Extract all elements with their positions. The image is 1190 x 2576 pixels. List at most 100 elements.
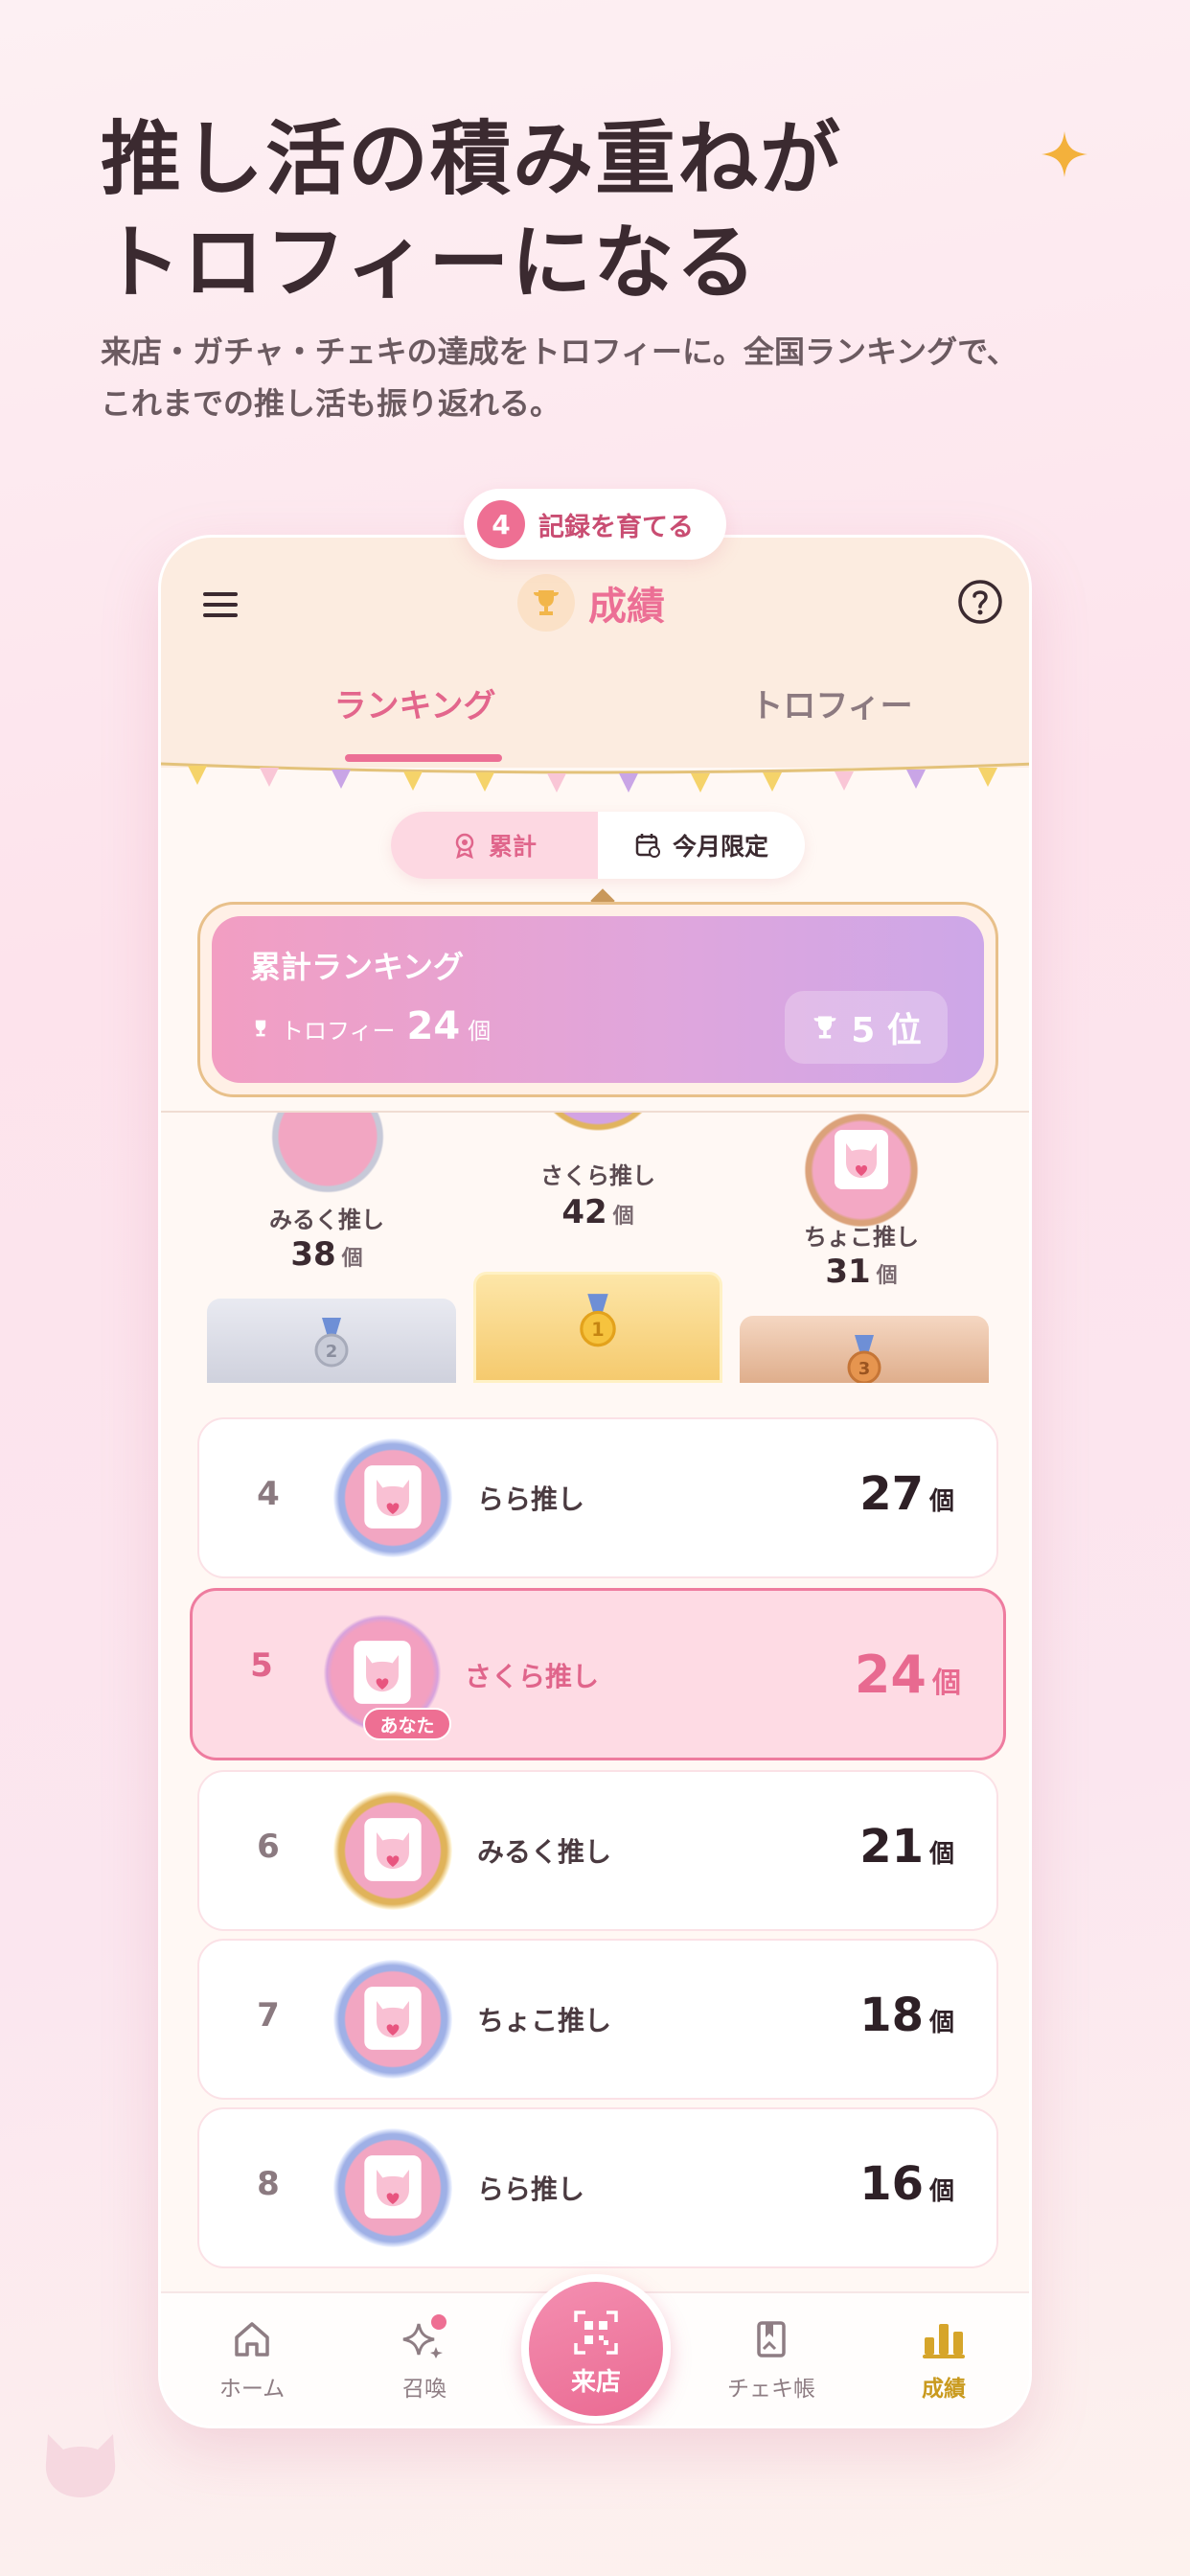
trophy-icon (517, 574, 575, 632)
podium-name-1: さくら推し (540, 1162, 655, 1189)
rank-count-unit: 個 (928, 2009, 954, 2037)
menu-icon[interactable] (199, 584, 241, 626)
notification-dot (431, 2314, 446, 2330)
podium-avatar-3[interactable] (796, 1113, 927, 1235)
rank-count-unit: 個 (928, 1840, 954, 1869)
bunting-decoration (161, 762, 1029, 793)
rank-count-value: 24 (854, 1644, 927, 1705)
avatar (333, 2128, 452, 2247)
gold-medal-icon: 1 (580, 1294, 616, 1347)
segment-cumulative-label: 累計 (488, 833, 537, 861)
rank-count-value: 21 (859, 1820, 924, 1874)
trophy-icon (813, 1016, 836, 1039)
podium-count-unit-1: 個 (612, 1205, 634, 1229)
rank-number: 5 (250, 1646, 273, 1685)
rank-number: 7 (257, 1996, 280, 2035)
svg-text:2: 2 (326, 1342, 338, 1362)
rank-name: らら推し (477, 1484, 585, 1515)
rank-count: 27 個 (859, 1467, 954, 1521)
summary-trophy-count: トロフィー 24 個 (250, 1004, 491, 1048)
nav-cheki[interactable]: チェキ帳 (699, 2318, 843, 2403)
rank-count-unit: 個 (932, 1667, 961, 1700)
trophy-icon (255, 1020, 266, 1037)
ranking-row-5-current-user[interactable]: 5 あなた さくら推し 24 個 (190, 1588, 1006, 1760)
avatar (333, 1438, 452, 1557)
tab-ranking[interactable]: ランキング (300, 679, 530, 726)
sparkle-icon (1041, 131, 1087, 177)
rank-count-value: 27 (859, 1467, 924, 1521)
summary-rank-badge: 5 位 (785, 991, 948, 1064)
step-badge: 4 記録を育てる (464, 489, 726, 560)
podium-count-unit-3: 個 (876, 1264, 898, 1288)
page-title-text: 成績 (588, 585, 665, 629)
cat-card-icon (364, 1987, 422, 2050)
podium-count-3: 31 個 (756, 1253, 967, 1291)
cat-card-icon (364, 1818, 422, 1881)
headline-line2: トロフィーになる (101, 216, 759, 310)
page-title: 成績 (517, 568, 665, 637)
cat-card-icon (354, 1641, 411, 1704)
nav-home[interactable]: ホーム (180, 2318, 324, 2403)
rank-name: さくら推し (465, 1661, 600, 1692)
award-icon (455, 833, 474, 859)
summary-count-value: 24 (406, 1004, 461, 1048)
podium-count-value-1: 42 (561, 1193, 607, 1231)
rank-count: 18 個 (859, 1989, 954, 2042)
segment-monthly-label: 今月限定 (672, 833, 768, 861)
cheki-book-icon (757, 2321, 786, 2358)
ranking-row-8[interactable]: 8 らら推し 16 個 (197, 2107, 998, 2268)
podium-avatar-1[interactable] (529, 1113, 667, 1136)
tab-trophy[interactable]: トロフィー (717, 679, 947, 726)
rank-count-unit: 個 (928, 2177, 954, 2206)
rank-number: 6 (257, 1828, 280, 1866)
current-user-badge: あなた (363, 1708, 451, 1740)
headline-subtext: 来店・ガチャ・チェキの達成をトロフィーに。全国ランキングで、 これまでの推し活も… (101, 326, 1097, 429)
rank-count: 24 個 (855, 1644, 961, 1705)
podium-block-1: 1 (473, 1272, 722, 1383)
period-segment-control: 累計 今月限定 (391, 812, 805, 879)
podium-name-3: ちょこ推し (804, 1224, 919, 1251)
silver-medal-icon: 2 (314, 1318, 349, 1368)
ranking-row-7[interactable]: 7 ちょこ推し 18 個 (197, 1939, 998, 2100)
cat-card-icon (364, 2155, 422, 2219)
podium-avatar-2[interactable] (265, 1113, 390, 1199)
podium-name-2: みるく推し (269, 1207, 384, 1233)
podium-count-value-2: 38 (290, 1235, 336, 1274)
app-header: 成績 ランキング トロフィー (161, 538, 1029, 768)
nav-results[interactable]: 成績 (872, 2318, 1016, 2403)
rank-number: 8 (257, 2165, 280, 2203)
svg-text:3: 3 (858, 1359, 871, 1379)
phone-screen: 成績 ランキング トロフィー 累計 今月限定 累計ランキング トロフィー 24 … (158, 535, 1032, 2428)
ranking-summary-card: 累計ランキング トロフィー 24 個 5 位 (197, 902, 998, 1097)
nav-cheki-label: チェキ帳 (727, 2377, 815, 2402)
avatar (333, 1791, 452, 1910)
summary-title: 累計ランキング (250, 949, 465, 985)
help-icon[interactable] (956, 578, 1004, 626)
podium-block-2: 2 (207, 1299, 456, 1383)
summary-rank-value: 5 位 (851, 1011, 922, 1050)
rank-number: 4 (257, 1475, 280, 1513)
nav-home-label: ホーム (218, 2377, 286, 2402)
step-number: 4 (477, 500, 525, 548)
rank-count: 21 個 (859, 1820, 954, 1874)
cat-card-icon (835, 1130, 888, 1189)
ranking-row-4[interactable]: 4 らら推し 27 個 (197, 1417, 998, 1578)
rank-count: 16 個 (859, 2157, 954, 2211)
podium-block-3: 3 (740, 1316, 989, 1383)
podium-count-unit-2: 個 (341, 1247, 363, 1271)
podium-count-1: 42 個 (492, 1193, 703, 1231)
nav-visit-button[interactable]: 来店 (521, 2274, 671, 2424)
rank-name: みるく推し (477, 1836, 612, 1868)
segment-cumulative[interactable]: 累計 (391, 812, 598, 879)
segment-monthly[interactable]: 今月限定 (598, 812, 805, 879)
podium-count-value-3: 31 (825, 1253, 871, 1291)
bronze-medal-icon: 3 (847, 1335, 881, 1383)
headline-line1: 推し活の積み重ねが (101, 112, 843, 206)
podium: みるく推し 38 個 さくら推し 42 個 ちょこ推し 31 個 2 1 3 (161, 1113, 1029, 1383)
nav-summon[interactable]: 召喚 (353, 2318, 496, 2403)
step-label: 記録を育てる (538, 512, 694, 542)
ranking-row-6[interactable]: 6 みるく推し 21 個 (197, 1770, 998, 1931)
subtext-line2: これまでの推し活も振り返れる。 (101, 385, 561, 422)
podium-count-2: 38 個 (221, 1235, 432, 1274)
subtext-line1: 来店・ガチャ・チェキの達成をトロフィーに。全国ランキングで、 (101, 334, 1018, 370)
